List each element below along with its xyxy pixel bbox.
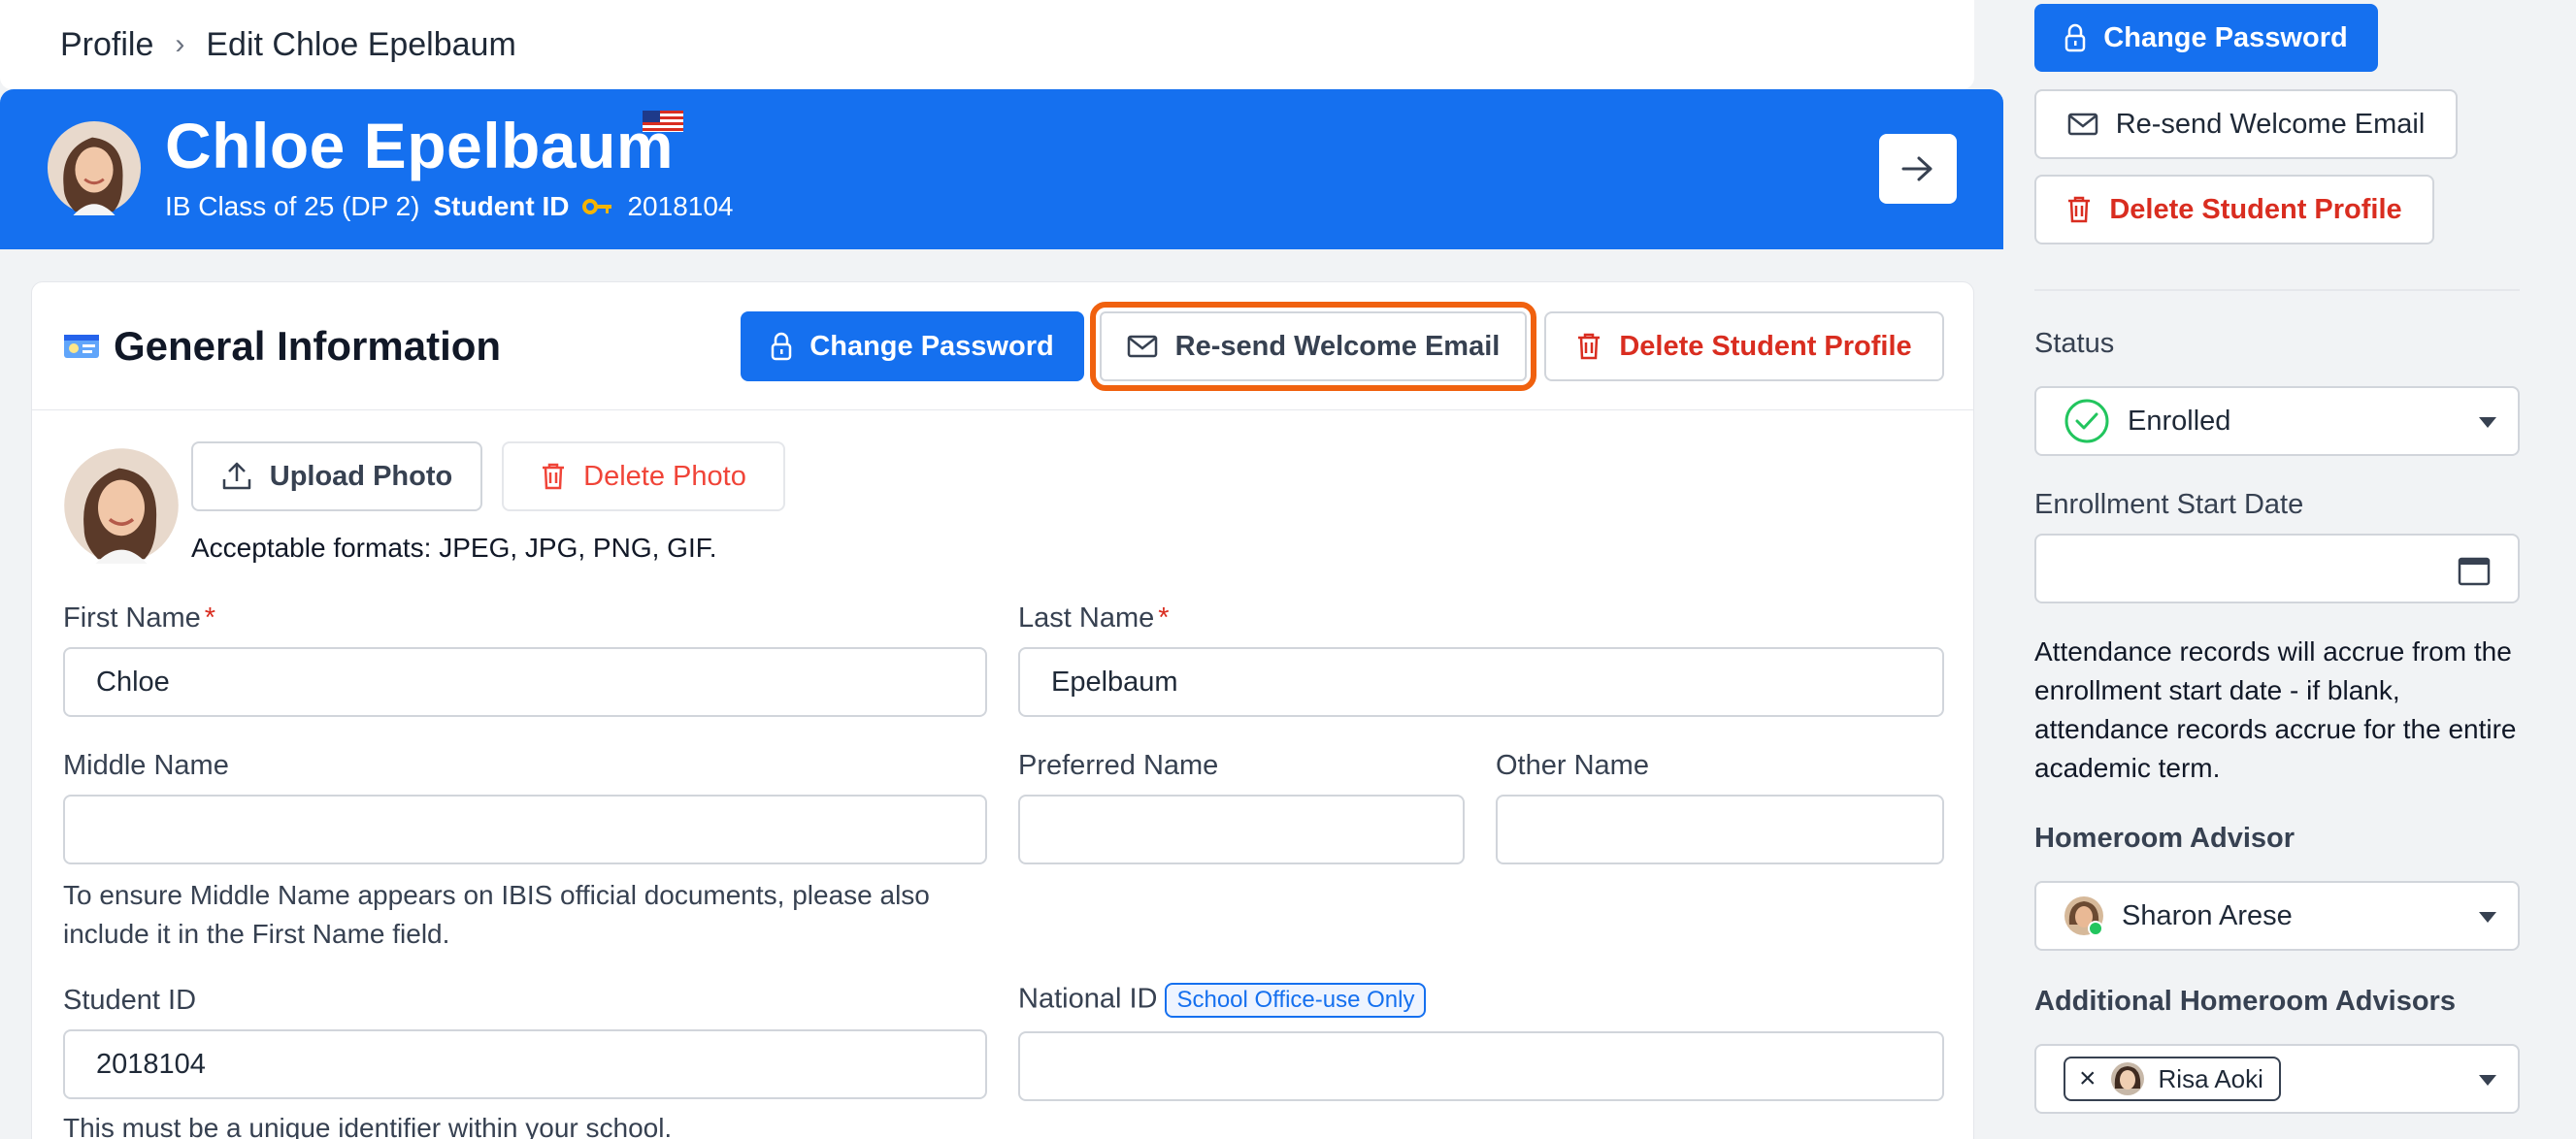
avatar <box>2064 896 2103 936</box>
close-icon[interactable]: × <box>2079 1062 2097 1095</box>
upload-photo-button[interactable]: Upload Photo <box>191 441 482 511</box>
homeroom-advisor-value: Sharon Arese <box>2122 899 2293 931</box>
sidebar-divider <box>2034 289 2520 291</box>
national-id-input[interactable] <box>1018 1031 1944 1101</box>
required-mark: * <box>204 602 216 634</box>
additional-homeroom-advisors-label: Additional Homeroom Advisors <box>2034 986 2456 1017</box>
homeroom-advisor-label: Homeroom Advisor <box>2034 823 2295 854</box>
national-id-label-text: National ID <box>1018 983 1158 1015</box>
other-name-label: Other Name <box>1496 750 1649 781</box>
preferred-name-input[interactable] <box>1018 795 1465 864</box>
student-id-input[interactable]: 2018104 <box>63 1029 987 1099</box>
student-id-label: Student ID <box>63 985 197 1016</box>
calendar-icon <box>2458 557 2491 586</box>
delete-photo-button[interactable]: Delete Photo <box>502 441 785 511</box>
other-name-input[interactable] <box>1496 795 1944 864</box>
breadcrumb-root[interactable]: Profile <box>60 26 153 64</box>
profile-header: Chloe Epelbaum IB Class of 25 (DP 2) Stu… <box>0 89 2003 249</box>
class-info: IB Class of 25 (DP 2) <box>165 191 420 221</box>
lock-icon <box>2065 23 2086 52</box>
avatar <box>2110 1062 2144 1095</box>
breadcrumb-current: Edit Chloe Epelbaum <box>206 25 516 63</box>
arrow-right-icon <box>1901 156 1932 181</box>
sidebar-change-password-label: Change Password <box>2103 21 2348 53</box>
resend-welcome-email-button[interactable]: Re-send Welcome Email <box>1090 302 1536 391</box>
middle-name-input[interactable] <box>63 795 987 864</box>
middle-name-label: Middle Name <box>63 750 229 781</box>
last-name-input[interactable]: Epelbaum <box>1018 647 1944 717</box>
chevron-down-icon <box>2479 1075 2496 1086</box>
general-information-card: General Information Change Password Re-s… <box>31 281 1974 1139</box>
student-id-help: This must be a unique identifier within … <box>63 1113 673 1139</box>
required-mark: * <box>1158 602 1170 634</box>
chevron-right-icon: › <box>175 28 185 60</box>
delete-profile-label: Delete Student Profile <box>1619 330 1912 362</box>
last-name-label-text: Last Name <box>1018 602 1155 634</box>
first-name-input[interactable]: Chloe <box>63 647 987 717</box>
check-circle-icon <box>2064 399 2109 443</box>
student-name: Chloe Epelbaum <box>165 110 675 181</box>
next-profile-button[interactable] <box>1879 134 1957 204</box>
change-password-button[interactable]: Change Password <box>741 311 1084 381</box>
avatar <box>47 120 142 215</box>
last-name-label: Last Name * <box>1018 602 1170 635</box>
preferred-name-label: Preferred Name <box>1018 750 1219 781</box>
upload-photo-label: Upload Photo <box>269 460 453 492</box>
homeroom-advisor-select[interactable]: Sharon Arese <box>2034 881 2520 951</box>
sidebar-resend-welcome-email-button[interactable]: Re-send Welcome Email <box>2034 89 2458 159</box>
card-title: General Information <box>63 323 501 370</box>
key-icon <box>582 199 612 214</box>
chevron-down-icon <box>2479 417 2496 428</box>
delete-photo-label: Delete Photo <box>583 460 746 492</box>
id-card-icon <box>64 335 99 358</box>
delete-student-profile-button[interactable]: Delete Student Profile <box>1544 311 1944 381</box>
status-select[interactable]: Enrolled <box>2034 386 2520 456</box>
sidebar-delete-student-profile-button[interactable]: Delete Student Profile <box>2034 175 2434 244</box>
office-use-badge: School Office-use Only <box>1165 983 1427 1018</box>
change-password-label: Change Password <box>809 330 1054 362</box>
trash-icon <box>2068 196 2091 223</box>
enrollment-start-date-label: Enrollment Start Date <box>2034 489 2304 520</box>
student-subtitle: IB Class of 25 (DP 2) Student ID 2018104 <box>165 191 734 222</box>
card-title-text: General Information <box>114 323 502 369</box>
mail-icon <box>2067 113 2097 136</box>
student-id-label: Student ID <box>433 191 570 221</box>
upload-icon <box>222 462 250 490</box>
card-header: General Information Change Password Re-s… <box>32 282 1973 410</box>
advisor-chip: × Risa Aoki <box>2064 1057 2281 1101</box>
middle-name-help: To ensure Middle Name appears on IBIS of… <box>63 880 930 949</box>
trash-icon <box>543 463 565 490</box>
student-photo <box>64 448 179 564</box>
first-name-label: First Name * <box>63 602 215 635</box>
enrollment-help: Attendance records will accrue from the … <box>2034 636 2517 783</box>
chevron-down-icon <box>2479 912 2496 923</box>
photo-formats-hint: Acceptable formats: JPEG, JPG, PNG, GIF. <box>191 533 717 563</box>
first-name-label-text: First Name <box>63 602 201 634</box>
sidebar-resend-email-label: Re-send Welcome Email <box>2115 108 2426 140</box>
sidebar-delete-profile-label: Delete Student Profile <box>2109 193 2402 225</box>
trash-icon <box>1578 333 1601 360</box>
mail-icon <box>1127 335 1157 358</box>
national-id-label: National ID School Office-use Only <box>1018 983 1427 1018</box>
sidebar-change-password-button[interactable]: Change Password <box>2034 4 2378 72</box>
us-flag-icon <box>643 111 683 132</box>
advisor-chip-name: Risa Aoki <box>2158 1063 2263 1093</box>
status-label: Status <box>2034 328 2115 359</box>
status-value: Enrolled <box>2128 405 2231 437</box>
additional-homeroom-advisors-select[interactable]: × Risa Aoki <box>2034 1044 2520 1114</box>
student-id-value: 2018104 <box>627 191 734 221</box>
enrollment-start-date-input[interactable] <box>2034 534 2520 603</box>
resend-email-label: Re-send Welcome Email <box>1174 330 1501 362</box>
lock-icon <box>772 332 792 361</box>
breadcrumb: Profile › Edit Chloe Epelbaum <box>0 0 1974 89</box>
